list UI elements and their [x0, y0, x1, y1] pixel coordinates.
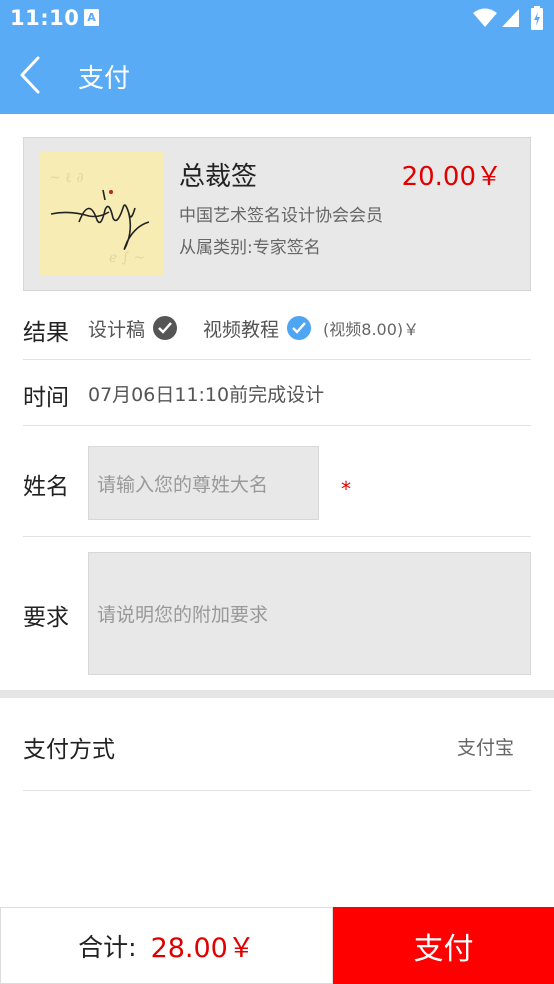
- required-mark: *: [341, 477, 351, 501]
- result-label: 结果: [23, 320, 69, 346]
- payment-method-value[interactable]: 支付宝: [457, 733, 514, 760]
- product-description: 中国艺术签名设计协会会员: [179, 206, 383, 226]
- cellular-icon: [502, 9, 519, 27]
- svg-text:~ ℓ ∂: ~ ℓ ∂: [49, 170, 84, 186]
- battery-icon: [531, 6, 543, 30]
- video-check-icon[interactable]: [287, 316, 312, 340]
- total-box: 合计: 28.00￥: [0, 907, 333, 984]
- app-notification-icon: A: [84, 9, 99, 26]
- divider: [23, 425, 531, 426]
- page-title: 支付: [78, 64, 131, 94]
- request-input[interactable]: 请说明您的附加要求: [88, 552, 531, 675]
- payment-method-label: 支付方式: [23, 737, 115, 763]
- total-value: 28.00￥: [150, 933, 255, 964]
- time-label: 时间: [23, 385, 69, 411]
- section-divider: [0, 690, 554, 698]
- total-label: 合计:: [78, 932, 137, 962]
- pay-button[interactable]: 支付: [333, 907, 554, 984]
- divider: [23, 790, 531, 791]
- product-card: ~ ℓ ∂ ℯ ∫ ~ 总裁签 20.00￥ 中国艺术签名设计协会会员 从属类别…: [23, 137, 531, 291]
- video-price: (视频8.00)￥: [323, 320, 420, 339]
- divider: [23, 536, 531, 537]
- bottom-bar: 合计: 28.00￥ 支付: [0, 907, 554, 984]
- name-input[interactable]: 请输入您的尊姓大名: [88, 446, 319, 520]
- option-video-label: 视频教程: [203, 318, 280, 341]
- name-label: 姓名: [23, 474, 69, 500]
- option-draft-label: 设计稿: [88, 318, 146, 341]
- product-category: 从属类别:专家签名: [179, 238, 321, 258]
- request-label: 要求: [23, 605, 69, 631]
- time-value: 07月06日11:10前完成设计: [88, 384, 325, 406]
- draft-check-icon[interactable]: [153, 316, 178, 340]
- svg-text:ℯ ∫ ~: ℯ ∫ ~: [109, 250, 145, 266]
- product-name: 总裁签: [179, 162, 258, 192]
- signature-thumbnail: ~ ℓ ∂ ℯ ∫ ~: [39, 152, 163, 276]
- divider: [23, 359, 531, 360]
- wifi-icon: [473, 8, 497, 27]
- app-bar: 支付: [0, 36, 554, 114]
- back-arrow-icon: [20, 56, 40, 94]
- status-bar: 11:10 A: [0, 0, 554, 36]
- request-placeholder: 请说明您的附加要求: [97, 604, 269, 626]
- back-button[interactable]: [14, 54, 50, 96]
- product-price: 20.00￥: [401, 162, 502, 192]
- status-time: 11:10: [10, 6, 80, 30]
- name-placeholder: 请输入您的尊姓大名: [97, 473, 269, 496]
- result-options: 设计稿 视频教程 (视频8.00)￥: [88, 313, 419, 343]
